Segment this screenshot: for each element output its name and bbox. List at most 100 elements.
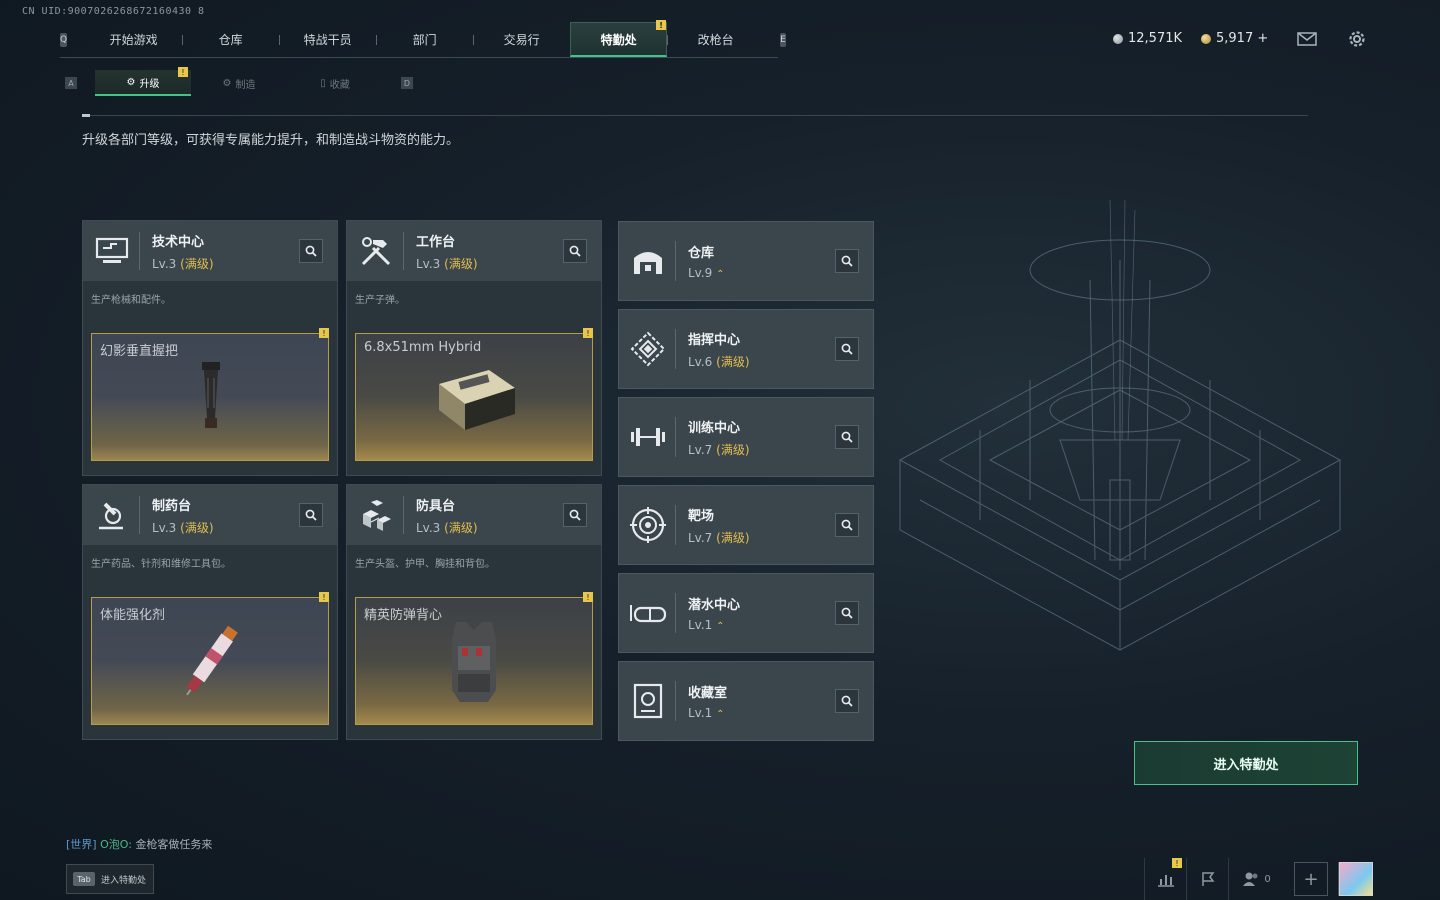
collection-icon: ▯ xyxy=(320,77,326,89)
warehouse-icon xyxy=(629,242,667,280)
search-icon xyxy=(841,519,853,531)
nav-next-key[interactable]: E xyxy=(780,32,786,47)
nav-tab-department[interactable]: 部门 xyxy=(376,22,473,57)
nav-prev-key[interactable]: Q xyxy=(60,32,68,47)
tab-shortcut-hint[interactable]: Tab 进入特勤处 xyxy=(66,864,154,894)
enter-special-ops-button[interactable]: 进入特勤处 xyxy=(1134,741,1358,785)
subnav-next-key[interactable]: D xyxy=(401,77,413,89)
facility-level: Lv.7 (满级) xyxy=(688,442,750,457)
upgrade-available-icon: ⌃ xyxy=(716,709,725,720)
nav-notify-badge: ! xyxy=(656,20,667,30)
world-chat-line[interactable]: [世界] O泡O: 金枪客做任务来 xyxy=(66,836,212,852)
facility-search-button[interactable] xyxy=(835,337,859,361)
product-name: 幻影垂直握把 xyxy=(100,344,179,359)
facility-search-button[interactable] xyxy=(835,425,859,449)
flag-icon[interactable] xyxy=(1186,858,1228,900)
card-search-button[interactable] xyxy=(563,503,587,527)
dept-card-armor-bench[interactable]: 防具台 Lv.3 (满级) 生产头盔、护甲、胸挂和背包。 精英防弹背心 ! xyxy=(346,484,602,740)
mail-icon[interactable] xyxy=(1296,29,1318,49)
facility-search-button[interactable] xyxy=(835,601,859,625)
craft-product-slot[interactable]: 体能强化剂 ! xyxy=(91,592,329,725)
training-center-icon xyxy=(629,418,667,456)
add-slot-button-1[interactable]: + xyxy=(1294,862,1328,896)
facility-title: 潜水中心 xyxy=(688,598,741,613)
subnav-prev-key[interactable]: A xyxy=(65,77,77,89)
search-icon xyxy=(841,607,853,619)
card-title: 制药台 xyxy=(152,498,192,514)
facility-search-button[interactable] xyxy=(835,513,859,537)
product-notify-badge: ! xyxy=(319,592,329,602)
product-name: 体能强化剂 xyxy=(100,608,166,623)
subtab-collection[interactable]: ▯ 收藏 xyxy=(287,70,383,96)
base-wireframe-illustration xyxy=(880,199,1440,760)
pharmacy-icon xyxy=(93,496,131,534)
card-header: 防具台 Lv.3 (满级) xyxy=(347,485,601,545)
diving-center-icon xyxy=(629,594,667,632)
tech-center-icon xyxy=(93,232,131,270)
craft-icon: ⚙ xyxy=(222,77,232,89)
card-search-button[interactable] xyxy=(299,503,323,527)
player-avatar[interactable] xyxy=(1339,862,1373,896)
facility-card-shooting-range[interactable]: 靶场 Lv.7 (满级) xyxy=(618,485,874,565)
facility-card-collection-room[interactable]: 收藏室 Lv.1 ⌃ xyxy=(618,661,874,741)
sub-nav: A ⚙ 升级 ! ⚙ 制造 ▯ 收藏 D xyxy=(65,67,413,96)
nav-tab-trading[interactable]: 交易行 xyxy=(473,22,570,57)
card-search-button[interactable] xyxy=(563,239,587,263)
dept-card-pharmacy[interactable]: 制药台 Lv.3 (满级) 生产药品、针剂和维修工具包。 体能强化剂 ! xyxy=(82,484,338,740)
gold-currency[interactable]: 5,917 + xyxy=(1201,31,1268,46)
search-icon xyxy=(841,343,853,355)
facility-level: Lv.7 (满级) xyxy=(688,530,750,545)
facility-card-training-center[interactable]: 训练中心 Lv.7 (满级) xyxy=(618,397,874,477)
card-level: Lv.3 (满级) xyxy=(416,520,478,535)
craft-product-slot[interactable]: 精英防弹背心 ! xyxy=(355,592,593,725)
facility-level: Lv.9 ⌃ xyxy=(688,266,725,280)
nav-tab-gunsmith[interactable]: 改枪台 xyxy=(667,22,764,57)
dept-card-tech-center[interactable]: 技术中心 Lv.3 (满级) 生产枪械和配件。 幻影垂直握把 ! xyxy=(82,220,338,476)
card-level: Lv.3 (满级) xyxy=(152,256,214,271)
facility-card-command-center[interactable]: 指挥中心 Lv.6 (满级) xyxy=(618,309,874,389)
chat-user[interactable]: O泡O: xyxy=(100,838,132,851)
card-search-button[interactable] xyxy=(299,239,323,263)
facility-card-warehouse[interactable]: 仓库 Lv.9 ⌃ xyxy=(618,221,874,301)
search-icon xyxy=(841,695,853,707)
craft-product-slot[interactable]: 幻影垂直握把 ! xyxy=(91,328,329,461)
nav-tab-special-ops[interactable]: 特勤处 ! xyxy=(570,20,668,57)
product-notify-badge: ! xyxy=(583,592,593,602)
product-name: 精英防弹背心 xyxy=(364,608,443,623)
bottom-toolbar: ! 0 + + xyxy=(1080,858,1440,900)
nav-tab-special-ops-label: 特勤处 xyxy=(600,32,637,47)
craft-product-slot[interactable]: 6.8x51mm Hybrid ! xyxy=(355,328,593,461)
facility-level: Lv.1 ⌃ xyxy=(688,618,725,632)
card-level: Lv.3 (满级) xyxy=(416,256,478,271)
facility-search-button[interactable] xyxy=(835,689,859,713)
tab-hint-label: 进入特勤处 xyxy=(101,875,147,886)
card-title: 工作台 xyxy=(416,234,456,250)
silver-currency[interactable]: 12,571K xyxy=(1113,31,1182,46)
facility-search-button[interactable] xyxy=(835,249,859,273)
nav-tab-operators[interactable]: 特战干员 xyxy=(279,22,376,57)
stim-injector-image xyxy=(170,620,250,708)
card-description: 生产枪械和配件。 xyxy=(91,295,171,306)
ammo-box-image xyxy=(429,364,519,438)
settings-gear-icon[interactable] xyxy=(1346,29,1368,49)
card-header: 工作台 Lv.3 (满级) xyxy=(347,221,601,281)
nav-tab-warehouse[interactable]: 仓库 xyxy=(182,22,279,57)
facility-card-diving-center[interactable]: 潜水中心 Lv.1 ⌃ xyxy=(618,573,874,653)
subtab-craft-label: 制造 xyxy=(235,79,256,91)
subtab-craft[interactable]: ⚙ 制造 xyxy=(191,70,287,96)
subtab-upgrade[interactable]: ⚙ 升级 ! xyxy=(95,67,191,96)
collection-room-icon xyxy=(629,682,667,720)
search-icon xyxy=(841,255,853,267)
nav-tab-start-game[interactable]: 开始游戏 xyxy=(85,22,182,57)
chat-message: 金枪客做任务来 xyxy=(135,838,213,851)
shooting-range-icon xyxy=(629,506,667,544)
dept-card-workbench[interactable]: 工作台 Lv.3 (满级) 生产子弹。 6.8x51mm Hybrid ! xyxy=(346,220,602,476)
subtab-notify-badge: ! xyxy=(178,67,188,77)
friends-button[interactable]: 0 xyxy=(1228,858,1284,900)
stats-chart-icon[interactable]: ! xyxy=(1144,858,1186,900)
product-name: 6.8x51mm Hybrid xyxy=(364,340,482,355)
armor-vest-image xyxy=(442,618,506,712)
upgrade-icon: ⚙ xyxy=(126,76,136,88)
product-notify-badge: ! xyxy=(583,328,593,338)
search-icon xyxy=(305,509,317,521)
